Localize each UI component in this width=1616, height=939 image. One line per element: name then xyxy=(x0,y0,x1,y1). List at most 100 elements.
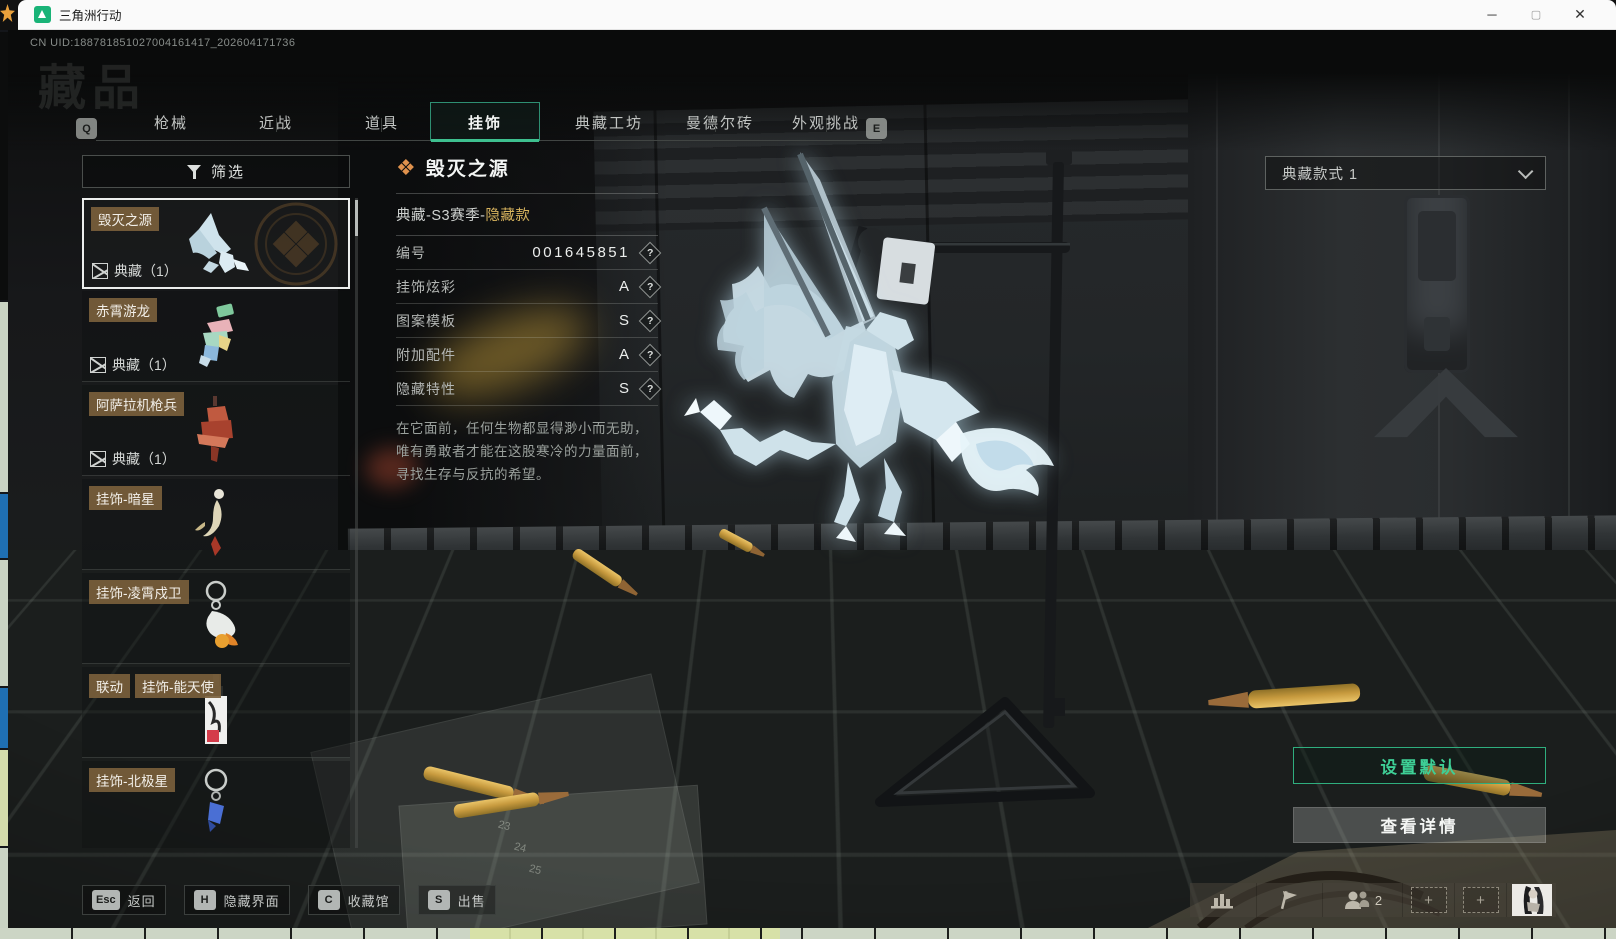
item-name-chip: 挂饰-暗星 xyxy=(89,486,162,510)
detail-row-hidden-trait: 隐藏特性 S ? xyxy=(396,372,658,406)
tab-charms[interactable]: 挂饰 xyxy=(433,112,537,133)
list-scrollbar-track[interactable] xyxy=(355,198,358,848)
list-item-lingxiao-guard[interactable]: 挂饰-凌霄戍卫 xyxy=(82,573,350,664)
item-thumbnail-ice-dragon xyxy=(173,209,259,279)
filter-button[interactable]: 筛选 xyxy=(82,155,350,188)
list-item-dark-star[interactable]: 挂饰-暗星 xyxy=(82,479,350,570)
help-icon[interactable]: ? xyxy=(639,309,662,332)
case-latch xyxy=(1404,195,1470,373)
item-name-chip: 阿萨拉机枪兵 xyxy=(89,392,184,416)
set-default-button[interactable]: 设置默认 xyxy=(1293,747,1546,784)
add-slot-button[interactable]: + xyxy=(1402,883,1454,917)
close-button[interactable]: ✕ xyxy=(1558,0,1602,29)
h-keycap: H xyxy=(194,890,216,910)
item-name-chip: 赤霄游龙 xyxy=(89,298,157,322)
plus-icon: + xyxy=(1476,892,1485,909)
list-item-polar-star[interactable]: 挂饰-北极星 xyxy=(82,761,350,848)
tab-next-keycap: E xyxy=(866,118,887,139)
help-icon[interactable]: ? xyxy=(639,275,662,298)
team-count: 2 xyxy=(1375,893,1382,908)
hotkey-back[interactable]: Esc 返回 xyxy=(82,885,166,915)
plus-icon: + xyxy=(1424,892,1433,909)
desktop-bottom-strip xyxy=(0,928,1616,939)
s-keycap: S xyxy=(428,890,450,910)
hotkey-collection-hall[interactable]: C 收藏馆 xyxy=(308,885,400,915)
detail-panel: ❖ 毁灭之源 典藏-S3赛季-隐藏款 编号 001645851 ? 挂饰炫彩 A… xyxy=(396,148,658,487)
help-icon[interactable]: ? xyxy=(639,343,662,366)
hotkey-bar: Esc 返回 H 隐藏界面 C 收藏馆 S 出售 xyxy=(82,885,496,915)
game-viewport: 23 24 25 xyxy=(8,30,1616,928)
esc-keycap: Esc xyxy=(92,890,120,910)
minimize-button[interactable]: ─ xyxy=(1470,0,1514,29)
item-thumbnail-colorful-dragon xyxy=(173,301,259,371)
detail-row-accessory: 附加配件 A ? xyxy=(396,338,658,372)
maximize-button[interactable]: ▢ xyxy=(1514,0,1558,29)
tab-mandel-brick[interactable]: 曼德尔砖 xyxy=(668,112,772,133)
rarity-diamond-icon: ❖ xyxy=(396,157,416,179)
team-button[interactable]: 2 xyxy=(1322,883,1402,917)
tab-items[interactable]: 道具 xyxy=(330,112,434,133)
bar-chart-icon xyxy=(1210,890,1236,910)
item-description: 在它面前，任何生物都显得渺小而无助，唯有勇敢者才能在这股寒冷的力量面前，寻找生存… xyxy=(396,406,658,487)
list-item-energy-angel[interactable]: 联动 挂饰-能天使 xyxy=(82,667,350,758)
item-footer: 典藏（1） xyxy=(112,449,176,469)
item-thumbnail-rocket-charm xyxy=(178,579,254,657)
add-slot-button-2[interactable]: + xyxy=(1454,883,1506,917)
item-badge-chip: 联动 xyxy=(89,674,130,698)
item-thumbnail-blue-charm xyxy=(186,768,246,842)
style-dropdown[interactable]: 典藏款式 1 xyxy=(1265,156,1546,190)
view-details-button[interactable]: 查看详情 xyxy=(1293,807,1546,843)
c-keycap: C xyxy=(318,890,340,910)
item-name-chip: 毁灭之源 xyxy=(91,207,159,231)
social-toolbar: 2 + + xyxy=(1190,883,1556,917)
stats-button[interactable] xyxy=(1190,883,1256,917)
filter-label: 筛选 xyxy=(211,161,245,182)
flag-icon xyxy=(1279,890,1301,910)
list-item-destruction-origin[interactable]: 毁灭之源 典藏（1） xyxy=(82,198,350,289)
collection-type-icon xyxy=(92,263,108,279)
profile-button[interactable] xyxy=(1506,883,1556,917)
tab-bar: Q 枪械 近战 道具 挂饰 典藏工坊 曼德尔砖 外观挑战 E xyxy=(8,74,908,144)
collection-type-icon xyxy=(90,357,106,373)
window-title: 三角洲行动 xyxy=(59,5,122,24)
account-uid: CN UID:188781851027004161417_20260417173… xyxy=(30,37,295,49)
window-titlebar: 三角洲行动 ─ ▢ ✕ xyxy=(18,0,1616,30)
help-icon[interactable]: ? xyxy=(639,241,662,264)
item-thumbnail-dark-star-charm xyxy=(181,486,251,562)
chevron-down-icon xyxy=(1518,163,1534,179)
item-name-chip: 挂饰-北极星 xyxy=(89,768,175,792)
desktop-star-icon xyxy=(0,4,15,22)
detail-row-serial: 编号 001645851 ? xyxy=(396,236,658,270)
detail-rarity: 典藏-S3赛季-隐藏款 xyxy=(396,194,658,235)
filter-icon xyxy=(187,165,202,179)
item-list: 毁灭之源 典藏（1） 赤霄游龙 典藏（1） xyxy=(82,198,350,848)
hotkey-sell[interactable]: S 出售 xyxy=(418,885,496,915)
scene-case-middle xyxy=(593,98,1242,551)
style-dropdown-value: 典藏款式 1 xyxy=(1282,163,1358,184)
desktop-left-strip xyxy=(0,30,8,928)
auction-button[interactable] xyxy=(1256,883,1322,917)
rarity-hidden-tag: 隐藏款 xyxy=(485,208,530,224)
collection-emblem-icon xyxy=(252,200,340,288)
detail-row-pattern: 图案模板 S ? xyxy=(396,304,658,338)
help-icon[interactable]: ? xyxy=(639,377,662,400)
list-item-red-dragon[interactable]: 赤霄游龙 典藏（1） xyxy=(82,291,350,382)
people-icon xyxy=(1343,890,1371,910)
detail-row-colorway: 挂饰炫彩 A ? xyxy=(396,270,658,304)
list-scrollbar-thumb[interactable] xyxy=(355,200,358,236)
screen: 三角洲行动 ─ ▢ ✕ 23 24 25 xyxy=(0,0,1616,939)
detail-title: 毁灭之源 xyxy=(426,154,510,181)
list-item-asala-gunner[interactable]: 阿萨拉机枪兵 典藏（1） xyxy=(82,385,350,476)
collection-type-icon xyxy=(90,451,106,467)
item-name-chip: 挂饰-凌霄戍卫 xyxy=(89,580,189,604)
item-footer: 典藏（1） xyxy=(114,261,178,281)
player-avatar xyxy=(1512,884,1552,916)
tab-appearance-challenge[interactable]: 外观挑战 xyxy=(774,112,878,133)
item-name-chip: 挂饰-能天使 xyxy=(135,674,221,698)
tab-guns[interactable]: 枪械 xyxy=(119,112,223,133)
item-footer: 典藏（1） xyxy=(112,355,176,375)
tab-collection-workshop[interactable]: 典藏工坊 xyxy=(557,112,661,133)
hotkey-hide-ui[interactable]: H 隐藏界面 xyxy=(184,885,290,915)
item-thumbnail-red-mech xyxy=(173,394,259,466)
tab-melee[interactable]: 近战 xyxy=(224,112,328,133)
